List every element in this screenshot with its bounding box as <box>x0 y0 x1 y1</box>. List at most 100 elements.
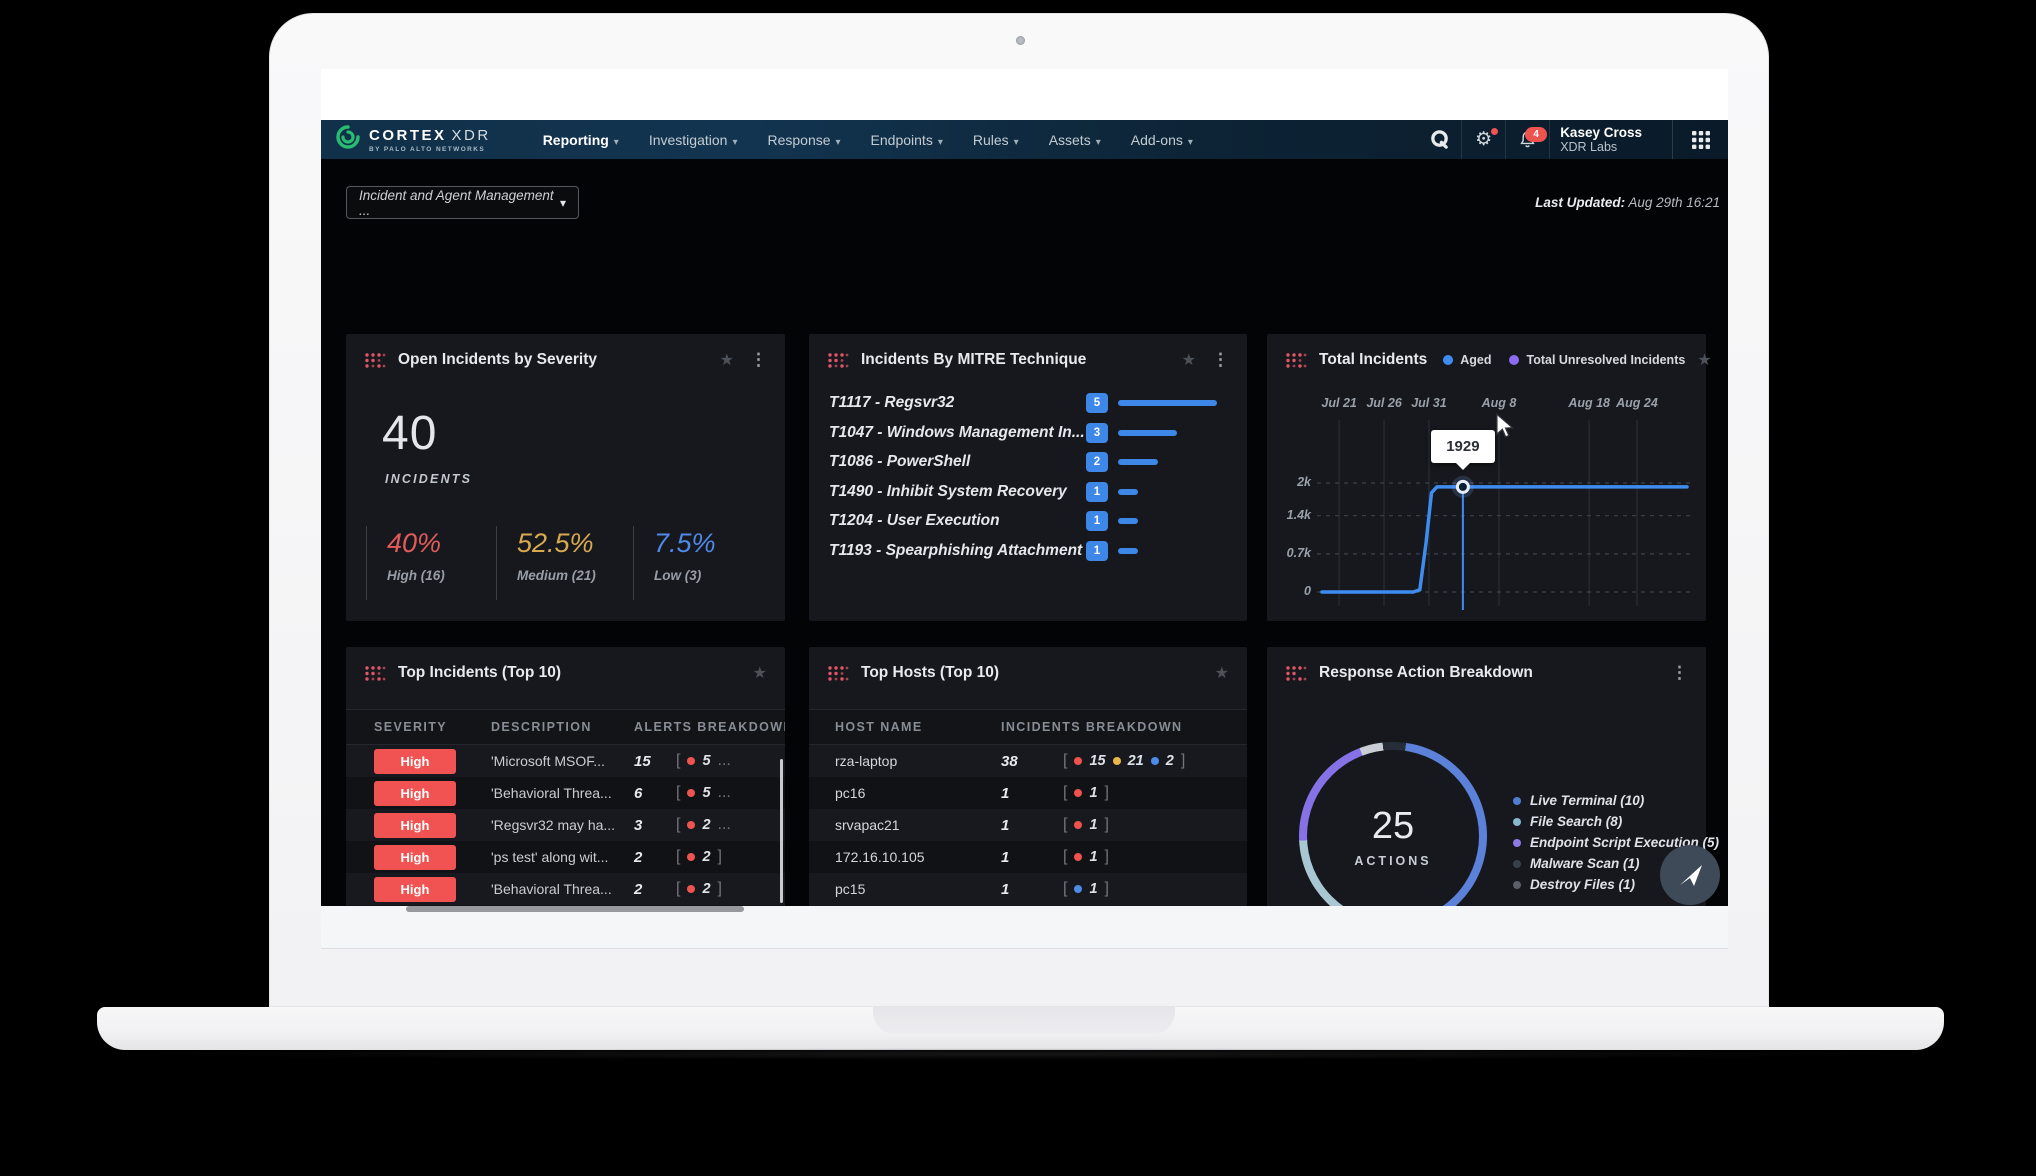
nav-item-reporting[interactable]: Reporting <box>543 132 619 148</box>
donut-center: 25 ACTIONS <box>1299 742 1487 930</box>
mitre-row[interactable]: T1490 - Inhibit System Recovery1 <box>809 479 1247 508</box>
widget-icon <box>827 665 849 682</box>
nav-item-investigation[interactable]: Investigation <box>649 132 738 148</box>
kebab-menu-icon[interactable] <box>1671 663 1688 683</box>
severity-stat: 52.5%Medium (21) <box>496 526 596 600</box>
vertical-scrollbar[interactable] <box>780 759 783 903</box>
mitre-row[interactable]: T1204 - User Execution1 <box>809 508 1247 537</box>
bracket-open: [ <box>1063 784 1067 802</box>
column-header: DESCRIPTION <box>491 720 634 734</box>
bracket-open: [ <box>1063 752 1067 770</box>
mitre-row[interactable]: T1047 - Windows Management In...3 <box>809 420 1247 449</box>
nav-item-rules[interactable]: Rules <box>973 132 1019 148</box>
nav-item-add-ons[interactable]: Add-ons <box>1131 132 1193 148</box>
star-icon[interactable] <box>1182 350 1196 370</box>
gear-icon[interactable]: ⚙ <box>1461 120 1505 159</box>
table-row[interactable]: 172.16.10.1051[1] <box>809 841 1247 873</box>
card-response-actions: Response Action Breakdown 25 ACTIONS Liv… <box>1267 647 1706 949</box>
count-badge: 1 <box>1086 541 1108 561</box>
table-row[interactable]: pc161[1] <box>809 777 1247 809</box>
table-row[interactable]: High'Behavioral Threa...6[5... <box>346 777 785 809</box>
severity-dot <box>1074 789 1082 797</box>
brand[interactable]: CORTEXXDR BY PALO ALTO NETWORKS <box>321 120 491 159</box>
widget-icon <box>827 352 849 369</box>
horizontal-scrollbar[interactable] <box>406 906 744 912</box>
severity-dot <box>687 821 695 829</box>
line-chart: Jul 21Jul 26Jul 31Aug 8Aug 18Aug 242k1.4… <box>1267 334 1706 621</box>
breakdown-cell: [5... <box>676 784 785 802</box>
bracket-open: [ <box>1063 848 1067 866</box>
table-row[interactable]: srvapac211[1] <box>809 809 1247 841</box>
breakdown-count: 1 <box>1089 881 1097 897</box>
severity-label: Low (3) <box>654 568 716 583</box>
mitre-row[interactable]: T1086 - PowerShell2 <box>809 449 1247 478</box>
breakdown-count: 1 <box>1089 785 1097 801</box>
incident-count: 40 <box>382 406 437 461</box>
star-icon[interactable] <box>1215 663 1229 683</box>
top-nav: CORTEXXDR BY PALO ALTO NETWORKS Reportin… <box>321 120 1728 159</box>
widget-icon <box>1285 665 1307 682</box>
table-row[interactable]: pc151[1] <box>809 873 1247 905</box>
nav-item-label: Assets <box>1049 132 1091 148</box>
legend-dot <box>1513 839 1521 847</box>
severity-cell: High <box>346 845 491 870</box>
user-menu[interactable]: Kasey Cross XDR Labs <box>1549 120 1658 159</box>
star-icon[interactable] <box>753 663 767 683</box>
card-title: Incidents By MITRE Technique <box>861 351 1086 369</box>
donut-legend-item[interactable]: Live Terminal (10) <box>1513 793 1719 808</box>
incident-count: 38 <box>1001 753 1063 770</box>
host-name: 172.16.10.105 <box>809 849 1001 865</box>
bracket-open: [ <box>1063 816 1067 834</box>
nav-item-endpoints[interactable]: Endpoints <box>871 132 943 148</box>
severity-badge: High <box>374 813 456 838</box>
alert-count: 2 <box>634 849 676 866</box>
technique-label: T1193 - Spearphishing Attachment <box>829 542 1082 560</box>
bar <box>1118 430 1177 436</box>
widget-icon <box>364 665 386 682</box>
kebab-menu-icon[interactable] <box>750 350 767 370</box>
mouse-cursor <box>1495 413 1517 444</box>
breakdown-count: 2 <box>702 849 710 865</box>
incident-description: 'Behavioral Threa... <box>491 785 634 801</box>
mitre-row[interactable]: T1117 - Regsvr325 <box>809 390 1247 419</box>
apps-grid-icon[interactable] <box>1672 120 1728 159</box>
table-row[interactable]: High'Microsoft MSOF...15[5... <box>346 745 785 777</box>
bracket-close: ... <box>718 752 731 770</box>
donut-legend-item[interactable]: File Search (8) <box>1513 814 1719 829</box>
incident-count: 1 <box>1001 817 1063 834</box>
chevron-down-icon <box>732 132 737 148</box>
dashboard-select[interactable]: Incident and Agent Management ... <box>346 186 579 219</box>
card-total-incidents: Total Incidents AgedTotal Unresolved Inc… <box>1267 334 1706 621</box>
y-axis-label: 1.4k <box>1267 508 1311 522</box>
nav-item-response[interactable]: Response <box>767 132 840 148</box>
chevron-down-icon <box>836 132 841 148</box>
table-row[interactable]: High'Behavioral Threa...2[2] <box>346 873 785 905</box>
breakdown-count: 1 <box>1089 849 1097 865</box>
incident-description: 'Regsvr32 may ha... <box>491 817 634 833</box>
kebab-menu-icon[interactable] <box>1212 350 1229 370</box>
actions-count: 25 <box>1372 805 1414 848</box>
severity-dot <box>1074 853 1082 861</box>
table-row[interactable]: High'ps test' along wit...2[2] <box>346 841 785 873</box>
bar <box>1118 548 1138 554</box>
nav-menu: Reporting Investigation Response Endpoints R… <box>543 120 1193 159</box>
severity-cell: High <box>346 813 491 838</box>
technique-label: T1204 - User Execution <box>829 512 1000 530</box>
page: CORTEXXDR BY PALO ALTO NETWORKS Reportin… <box>0 0 2036 1176</box>
chevron-down-icon <box>1096 132 1101 148</box>
severity-percent: 52.5% <box>517 528 596 559</box>
bracket-close: ] <box>1105 816 1109 834</box>
nav-item-assets[interactable]: Assets <box>1049 132 1101 148</box>
query-icon[interactable] <box>1417 120 1461 159</box>
bracket-open: [ <box>676 880 680 898</box>
feedback-fab-button[interactable] <box>1660 845 1720 905</box>
table-row[interactable]: rza-laptop38[15212] <box>809 745 1247 777</box>
mitre-row[interactable]: T1193 - Spearphishing Attachment1 <box>809 538 1247 567</box>
bell-icon[interactable]: 4 <box>1505 120 1549 159</box>
x-axis-label: Aug 8 <box>1469 396 1529 410</box>
star-icon[interactable] <box>720 350 734 370</box>
y-axis-label: 0.7k <box>1267 546 1311 560</box>
severity-cell: High <box>346 749 491 774</box>
table-row[interactable]: High'Regsvr32 may ha...3[2... <box>346 809 785 841</box>
legend-dot <box>1513 860 1521 868</box>
